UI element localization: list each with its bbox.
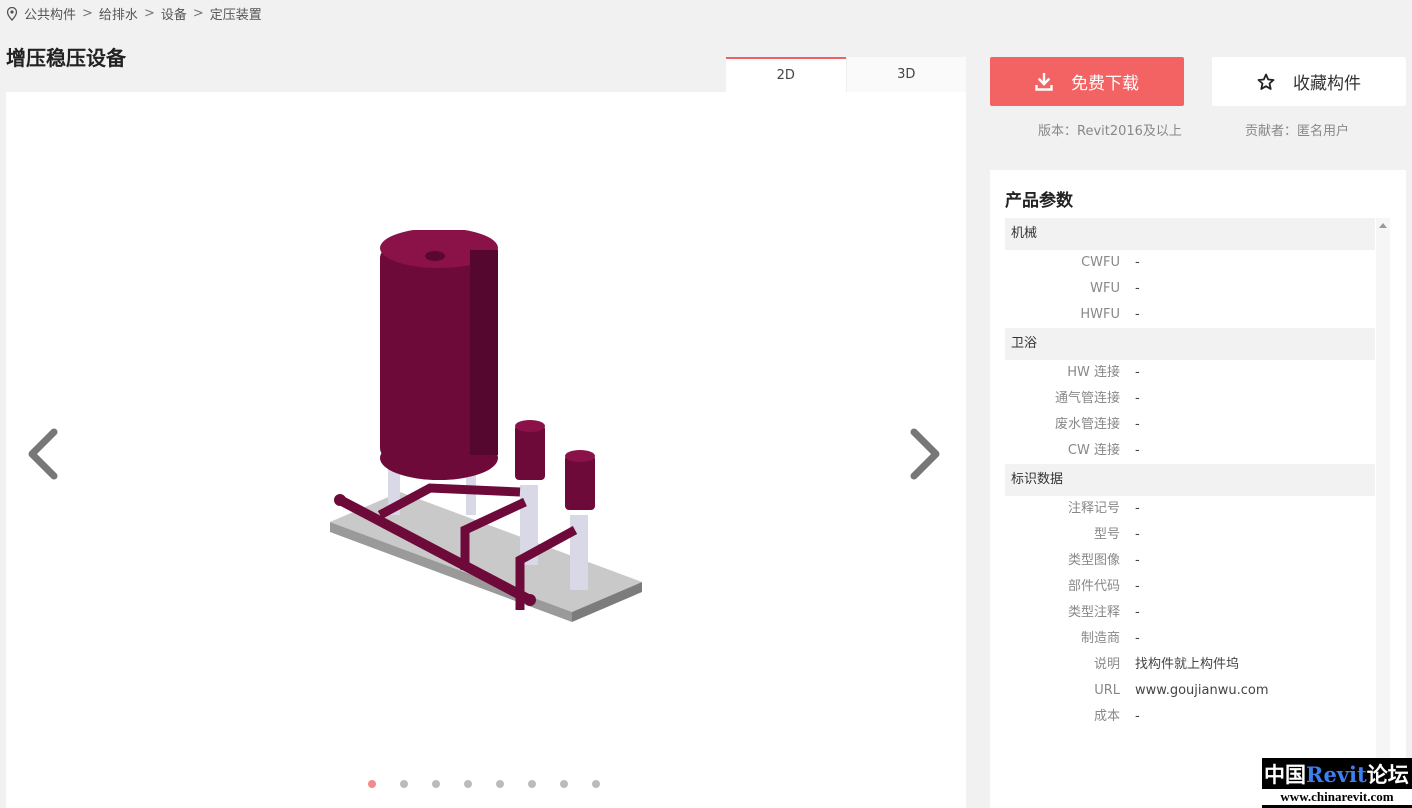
carousel-dot[interactable] (560, 780, 568, 788)
param-key: 类型图像 (1067, 553, 1120, 568)
breadcrumb: 公共构件 > 给排水 > 设备 > 定压装置 (6, 4, 262, 23)
carousel-dot[interactable] (400, 780, 408, 788)
breadcrumb-item-public-components[interactable]: 公共构件 (24, 4, 76, 23)
param-value: - (1135, 391, 1140, 406)
param-value: - (1135, 255, 1140, 270)
watermark-text-c: 论坛 (1366, 762, 1409, 787)
carousel-dot[interactable] (368, 780, 376, 788)
param-row: 注释记号 - (1005, 496, 1375, 522)
carousel-dot[interactable] (528, 780, 536, 788)
param-key: CWFU (1081, 255, 1120, 270)
param-row: URL www.goujianwu.com (1005, 678, 1375, 704)
param-row: 类型图像 - (1005, 548, 1375, 574)
params-scrollbar[interactable] (1376, 218, 1390, 808)
breadcrumb-separator: > (143, 6, 155, 21)
page-title: 增压稳压设备 (6, 46, 126, 70)
watermark-text-revit: Revit (1306, 762, 1367, 787)
chevron-right-icon[interactable] (908, 428, 942, 480)
carousel-dot[interactable] (432, 780, 440, 788)
carousel-dots (368, 780, 600, 788)
param-key: 型号 (1093, 527, 1120, 542)
param-row: 类型注释 - (1005, 600, 1375, 626)
watermark-logo: 中国Revit论坛 www.chinarevit.com (1262, 758, 1412, 808)
watermark-title: 中国Revit论坛 (1264, 759, 1409, 789)
param-value: - (1135, 365, 1140, 380)
tab-2d[interactable]: 2D (726, 57, 846, 92)
param-value: - (1135, 579, 1140, 594)
param-row: WFU - (1005, 276, 1375, 302)
params-group-mechanical: 机械 (1005, 218, 1375, 250)
product-params-panel: 产品参数 机械 CWFU - WFU - HWFU - 卫浴 HW 连接 - 通气管连接… (990, 170, 1406, 808)
download-label: 免费下载 (1071, 74, 1139, 94)
param-key: 成本 (1093, 709, 1120, 724)
collect-button[interactable]: 收藏构件 (1212, 57, 1406, 106)
breadcrumb-item-plumbing[interactable]: 给排水 (99, 4, 138, 23)
param-key: 废水管连接 (1054, 417, 1120, 432)
contributor-info: 贡献者：匿名用户 (1245, 124, 1350, 139)
param-key: URL (1094, 683, 1120, 698)
collect-label: 收藏构件 (1293, 74, 1361, 94)
param-value: 找构件就上构件坞 (1135, 657, 1240, 672)
param-value: - (1135, 501, 1140, 516)
carousel-dot[interactable] (592, 780, 600, 788)
param-row: 部件代码 - (1005, 574, 1375, 600)
param-row: 制造商 - (1005, 626, 1375, 652)
param-key: 注释记号 (1067, 501, 1120, 516)
param-key: 类型注释 (1067, 605, 1120, 620)
breadcrumb-item-equipment[interactable]: 设备 (161, 4, 187, 23)
param-row: 型号 - (1005, 522, 1375, 548)
param-row: CW 连接 - (1005, 438, 1375, 464)
star-icon (1257, 73, 1275, 90)
param-key: HW 连接 (1067, 365, 1120, 380)
carousel-dot[interactable] (464, 780, 472, 788)
param-value: - (1135, 527, 1140, 542)
equipment-preview-image (330, 230, 642, 622)
params-title: 产品参数 (1005, 191, 1073, 211)
param-row: CWFU - (1005, 250, 1375, 276)
param-value: - (1135, 709, 1140, 724)
param-key: 通气管连接 (1054, 391, 1120, 406)
param-key: CW 连接 (1067, 443, 1120, 458)
param-row: HWFU - (1005, 302, 1375, 328)
param-row: 废水管连接 - (1005, 412, 1375, 438)
param-key: WFU (1090, 281, 1120, 296)
params-group-identity: 标识数据 (1005, 464, 1375, 496)
param-key: 说明 (1093, 657, 1120, 672)
param-key: HWFU (1080, 307, 1120, 322)
scroll-up-icon[interactable] (1379, 223, 1387, 228)
watermark-url: www.chinarevit.com (1262, 789, 1412, 805)
param-value: - (1135, 605, 1140, 620)
param-key: 制造商 (1080, 631, 1120, 646)
breadcrumb-separator: > (192, 6, 204, 21)
view-tabs: 2D 3D (726, 57, 966, 92)
params-list: 机械 CWFU - WFU - HWFU - 卫浴 HW 连接 - 通气管连接 - 废水管… (1005, 218, 1375, 730)
param-key: 部件代码 (1067, 579, 1120, 594)
version-info: 版本：Revit2016及以上 (1038, 124, 1182, 139)
param-row: HW 连接 - (1005, 360, 1375, 386)
param-row: 成本 - (1005, 704, 1375, 730)
breadcrumb-item-pressure-device[interactable]: 定压装置 (210, 4, 262, 23)
params-group-sanitary: 卫浴 (1005, 328, 1375, 360)
download-icon (1035, 72, 1053, 91)
param-value[interactable]: www.goujianwu.com (1135, 678, 1268, 704)
breadcrumb-separator: > (82, 6, 93, 21)
param-row: 通气管连接 - (1005, 386, 1375, 412)
param-value: - (1135, 631, 1140, 646)
location-pin-icon (6, 6, 18, 21)
watermark-text-a: 中国 (1264, 762, 1306, 787)
param-value: - (1135, 443, 1140, 458)
param-value: - (1135, 417, 1140, 432)
param-value: - (1135, 281, 1140, 296)
download-button[interactable]: 免费下载 (990, 57, 1184, 106)
carousel-dot[interactable] (496, 780, 504, 788)
param-row: 说明 找构件就上构件坞 (1005, 652, 1375, 678)
chevron-left-icon[interactable] (26, 428, 60, 480)
tab-3d[interactable]: 3D (845, 57, 966, 92)
param-value: - (1135, 307, 1140, 322)
param-value: - (1135, 553, 1140, 568)
